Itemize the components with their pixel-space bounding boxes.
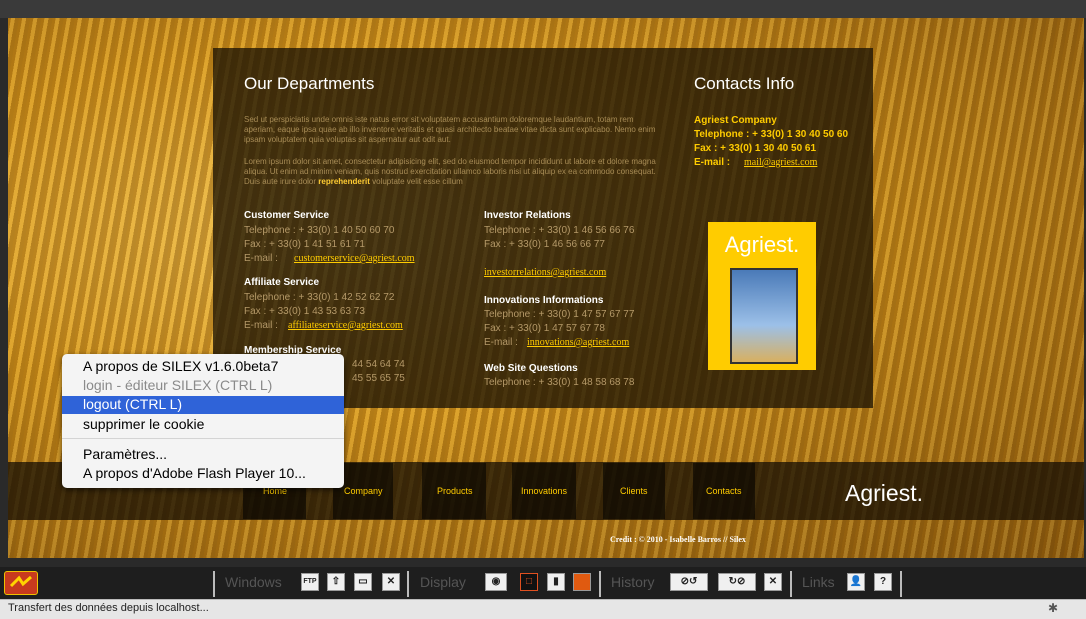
dept-email-label: E-mail : <box>244 253 278 264</box>
windows-label: Windows <box>225 574 282 590</box>
user-icon: 👤 <box>849 576 863 587</box>
upload-button[interactable]: ⇧ <box>327 573 345 591</box>
menu-item-login: login - éditeur SILEX (CTRL L) <box>83 377 273 393</box>
dept-fax: Fax : + 33(0) 1 47 57 67 78 <box>484 323 605 334</box>
menu-item-delete-cookie[interactable]: supprimer le cookie <box>83 416 204 432</box>
agriest-logo: Agriest. <box>708 222 816 370</box>
dept-tel: Telephone : + 33(0) 1 46 56 66 76 <box>484 225 635 236</box>
company-tel: Telephone : + 33(0) 1 30 40 50 60 <box>694 129 849 140</box>
contacts-title: Contacts Info <box>694 74 795 93</box>
help-button[interactable]: ? <box>874 573 892 591</box>
user-button[interactable]: 👤 <box>847 573 865 591</box>
history-label: History <box>611 574 655 590</box>
dept-tel: Telephone : + 33(0) 1 48 58 68 78 <box>484 377 635 388</box>
dept-email-link[interactable]: innovations@agriest.com <box>527 337 629 348</box>
toolbar-separator <box>407 571 409 597</box>
undo-icon: ⊘↺ <box>680 576 698 587</box>
clear-history-button[interactable]: ✕ <box>764 573 782 591</box>
departments-title: Our Departments <box>244 74 375 93</box>
company-fax: Fax : + 33(0) 1 30 40 50 61 <box>694 143 817 154</box>
menu-item-about-flash[interactable]: A propos d'Adobe Flash Player 10... <box>83 465 306 481</box>
close-window-button[interactable]: ✕ <box>382 573 400 591</box>
menu-item-settings[interactable]: Paramètres... <box>83 446 167 462</box>
brand-logo-text: Agriest. <box>845 480 923 506</box>
dept-email-label: E-mail : <box>244 320 278 331</box>
intro-paragraph-2: Lorem ipsum dolor sit amet, consectetur … <box>244 157 656 186</box>
dept-tel: Telephone : + 33(0) 1 47 57 67 77 <box>484 309 635 320</box>
ftp-button[interactable]: FTP <box>301 573 319 591</box>
dept-fax: Fax : + 33(0) 1 46 56 66 77 <box>484 239 605 250</box>
toolbar-separator <box>790 571 792 597</box>
intro-paragraph-1: Sed ut perspiciatis unde omnis iste natu… <box>244 115 656 144</box>
logo-text: Agriest. <box>724 232 800 257</box>
close-icon: ✕ <box>768 576 778 587</box>
nav-label-clients[interactable]: Clients <box>620 486 648 496</box>
dept-fax: Fax : + 33(0) 1 41 51 61 71 <box>244 239 365 250</box>
menu-item-logout[interactable]: logout (CTRL L) <box>62 396 344 414</box>
highlight-text: reprehenderit <box>318 177 370 186</box>
top-band <box>0 0 1086 18</box>
company-name: Agriest Company <box>694 115 777 126</box>
activity-gear-icon: ✱ <box>1047 601 1058 615</box>
close-icon: ✕ <box>386 576 396 587</box>
toolbar-separator <box>900 571 902 597</box>
dept-email-link[interactable]: customerservice@agriest.com <box>294 253 415 264</box>
nav-label-contacts[interactable]: Contacts <box>706 486 742 496</box>
camera-icon: ◉ <box>491 576 501 587</box>
company-email-link[interactable]: mail@agriest.com <box>744 157 817 168</box>
dept-tel: 44 54 64 74 <box>352 359 405 370</box>
frame-button[interactable]: □ <box>520 573 538 591</box>
dept-fax: Fax : + 33(0) 1 43 53 63 73 <box>244 306 365 317</box>
nav-label-products[interactable]: Products <box>437 486 473 496</box>
layout-icon: ▮ <box>553 576 559 587</box>
company-email-label: E-mail : <box>694 157 731 168</box>
credits-text: Credit : © 2010 - Isabelle Barros // Sil… <box>610 535 746 544</box>
window-icon: ▭ <box>358 576 368 587</box>
camera-button[interactable]: ◉ <box>485 573 507 591</box>
toolbar-separator <box>599 571 601 597</box>
dept-title-web-site-questions: Web Site Questions <box>484 363 578 374</box>
silex-logo-button[interactable] <box>4 571 38 595</box>
toolbar-separator <box>213 571 215 597</box>
upload-icon: ⇧ <box>331 576 341 587</box>
dept-title-affiliate-service: Affiliate Service <box>244 277 320 288</box>
silex-logo-icon <box>9 575 32 588</box>
nav-label-innovations[interactable]: Innovations <box>521 486 567 496</box>
context-menu: A propos de SILEX v1.6.0beta7 login - éd… <box>62 354 344 488</box>
status-text: Transfert des données depuis localhost..… <box>8 602 209 614</box>
wheat-image <box>730 268 798 364</box>
links-label: Links <box>802 574 835 590</box>
layout-button[interactable]: ▮ <box>547 573 565 591</box>
redo-button[interactable]: ↻⊘ <box>718 573 756 591</box>
dept-email-label: E-mail : <box>484 337 518 348</box>
fill-button[interactable] <box>573 573 591 591</box>
frame-icon: □ <box>525 576 533 587</box>
menu-item-about-silex[interactable]: A propos de SILEX v1.6.0beta7 <box>83 358 278 374</box>
dept-tel: Telephone : + 33(0) 1 40 50 60 70 <box>244 225 395 236</box>
dept-tel: Telephone : + 33(0) 1 42 52 62 72 <box>244 292 395 303</box>
dept-email-link[interactable]: affiliateservice@agriest.com <box>288 320 403 331</box>
undo-button[interactable]: ⊘↺ <box>670 573 708 591</box>
dept-title-investor-relations: Investor Relations <box>484 210 571 221</box>
silex-toolbar <box>0 567 1086 599</box>
status-bar: Transfert des données depuis localhost..… <box>0 599 1086 619</box>
dept-fax: 45 55 65 75 <box>352 373 405 384</box>
display-label: Display <box>420 574 466 590</box>
nav-label-company[interactable]: Company <box>344 486 383 496</box>
dept-email-link[interactable]: investorrelations@agriest.com <box>484 267 606 278</box>
redo-icon: ↻⊘ <box>728 576 746 587</box>
dept-title-innovations: Innovations Informations <box>484 295 604 306</box>
window-button[interactable]: ▭ <box>354 573 372 591</box>
dept-title-customer-service: Customer Service <box>244 210 330 221</box>
menu-separator <box>62 438 344 439</box>
